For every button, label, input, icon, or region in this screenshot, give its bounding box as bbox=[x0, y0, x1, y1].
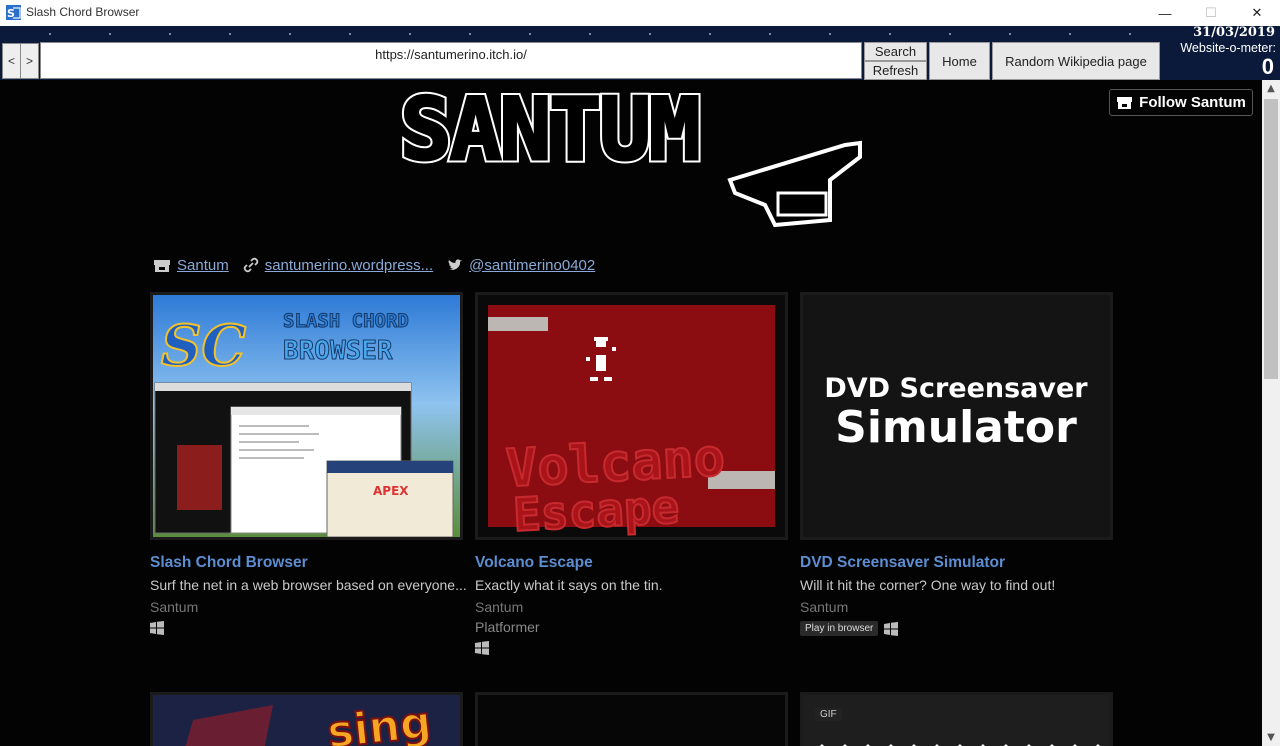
web-page: SANTUM SANTUM Follow Santum Santum santu… bbox=[0, 80, 1262, 746]
search-button[interactable]: Search bbox=[864, 42, 927, 61]
game-card[interactable] bbox=[475, 692, 788, 746]
game-thumbnail[interactable]: SC SLASH CHORD BROWSER APEX bbox=[150, 292, 463, 540]
random-wikipedia-button[interactable]: Random Wikipedia page bbox=[992, 42, 1160, 80]
platform-list bbox=[475, 641, 788, 655]
play-in-browser-badge: Play in browser bbox=[800, 621, 879, 636]
website-meter-label: Website-o-meter: bbox=[1180, 41, 1276, 55]
game-description: Surf the net in a web browser based on e… bbox=[150, 577, 467, 593]
scroll-thumb[interactable] bbox=[1264, 99, 1278, 379]
window-title: Slash Chord Browser bbox=[26, 5, 140, 19]
game-title[interactable]: Slash Chord Browser bbox=[150, 554, 463, 572]
game-description: Exactly what it says on the tin. bbox=[475, 577, 663, 593]
game-card[interactable]: SC SLASH CHORD BROWSER APEX Slash Chord … bbox=[150, 292, 467, 635]
date-display: 31/03/2019 bbox=[1193, 25, 1275, 40]
website-meter-value: 0 bbox=[1261, 54, 1274, 79]
home-button[interactable]: Home bbox=[929, 42, 990, 80]
game-title[interactable]: DVD Screensaver Simulator bbox=[800, 554, 1113, 572]
windows-icon bbox=[884, 621, 899, 636]
follow-label: Follow Santum bbox=[1139, 94, 1246, 111]
game-title[interactable]: Volcano Escape bbox=[475, 554, 788, 572]
window-titlebar: S Slash Chord Browser — ☐ ✕ bbox=[0, 0, 1280, 26]
link-label: @santimerino0402 bbox=[469, 256, 596, 274]
profile-links: Santum santumerino.wordpress... @santime… bbox=[153, 255, 609, 275]
follow-button[interactable]: Follow Santum bbox=[1109, 89, 1253, 116]
maximize-button[interactable]: ☐ bbox=[1188, 0, 1234, 26]
forward-button[interactable]: > bbox=[20, 43, 39, 79]
windows-icon bbox=[475, 641, 489, 655]
volcano-escape-thumbnail-art: Volcano Escape bbox=[488, 305, 775, 537]
game-author[interactable]: Santum bbox=[800, 599, 1113, 615]
thumb-title-1: SLASH CHORD bbox=[283, 310, 409, 332]
windows-icon bbox=[150, 621, 164, 635]
svg-text:SANTUM: SANTUM bbox=[400, 85, 699, 180]
game-author[interactable]: Santum bbox=[475, 599, 788, 615]
platform-list: Play in browser bbox=[800, 621, 1113, 636]
game-thumbnail bbox=[819, 743, 1100, 746]
slash-chord-thumbnail-art: SC SLASH CHORD BROWSER APEX bbox=[154, 310, 454, 537]
game-thumbnail[interactable]: DVD Screensaver Simulator bbox=[800, 292, 1113, 540]
itchio-icon bbox=[1117, 97, 1133, 109]
thumb-title-2: BROWSER bbox=[283, 336, 393, 366]
link-label: santumerino.wordpress... bbox=[264, 256, 434, 274]
game-description: Will it hit the corner? One way to find … bbox=[800, 577, 1056, 593]
game-author[interactable]: Santum bbox=[150, 599, 463, 615]
link-website[interactable]: santumerino.wordpress... bbox=[243, 257, 433, 274]
game-thumbnail[interactable]: Volcano Escape bbox=[475, 292, 788, 540]
thumb-title-2: Escape bbox=[512, 479, 681, 537]
platform-list bbox=[150, 621, 463, 635]
game-card[interactable]: Volcano Escape Volcano Escape Exactly wh… bbox=[475, 292, 788, 655]
game-card[interactable]: GIF bbox=[800, 692, 1113, 746]
page-scrollbar[interactable]: ▲ ▼ bbox=[1262, 80, 1280, 746]
scroll-down-arrow-icon[interactable]: ▼ bbox=[1262, 729, 1280, 746]
thumb-title-2: Simulator bbox=[835, 402, 1077, 453]
svg-text:APEX: APEX bbox=[373, 484, 409, 498]
twitter-icon bbox=[448, 259, 463, 270]
app-icon: S bbox=[6, 5, 21, 20]
link-itchio[interactable]: Santum bbox=[153, 257, 229, 274]
game-card[interactable]: sing bbox=[150, 692, 463, 746]
santum-logo: SANTUM SANTUM bbox=[397, 85, 862, 228]
game-card[interactable]: DVD Screensaver Simulator DVD Screensave… bbox=[800, 292, 1113, 636]
link-twitter[interactable]: @santimerino0402 bbox=[447, 257, 595, 274]
back-button[interactable]: < bbox=[2, 43, 21, 79]
dvd-thumbnail-art: DVD Screensaver Simulator bbox=[824, 373, 1088, 453]
link-label: Santum bbox=[177, 256, 229, 274]
thumb-title-1: DVD Screensaver bbox=[824, 373, 1088, 404]
close-button[interactable]: ✕ bbox=[1234, 0, 1280, 26]
url-input[interactable]: https://santumerino.itch.io/ bbox=[40, 42, 862, 79]
scroll-up-arrow-icon[interactable]: ▲ bbox=[1262, 80, 1280, 97]
game-thumbnail: sing bbox=[153, 695, 460, 746]
refresh-button[interactable]: Refresh bbox=[864, 61, 927, 80]
game-genre: Platformer bbox=[475, 619, 540, 635]
itchio-icon bbox=[154, 259, 170, 272]
link-icon bbox=[243, 257, 258, 273]
minimize-button[interactable]: — bbox=[1142, 0, 1188, 26]
svg-text:SC: SC bbox=[161, 313, 246, 379]
